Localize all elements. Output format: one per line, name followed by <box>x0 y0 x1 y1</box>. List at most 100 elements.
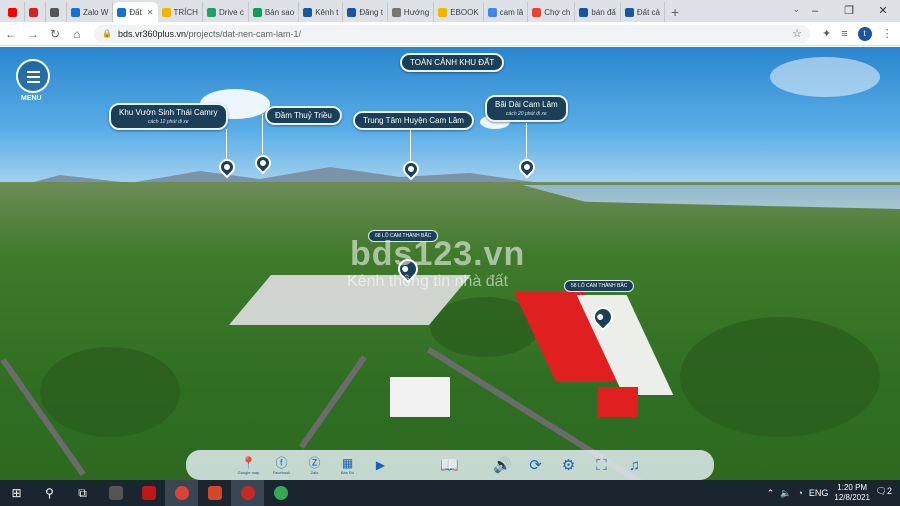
reload-button[interactable]: ↻ <box>44 27 66 41</box>
chrome-icon[interactable] <box>165 480 198 506</box>
browser-tab[interactable]: TRÍCH <box>158 2 203 22</box>
overview-button[interactable]: TOÀN CẢNH KHU ĐẤT <box>400 53 505 72</box>
tab-label: Hướng <box>403 7 430 17</box>
system-tray: ⌃ 🔈 ◔ ENG 1:20 PM 12/8/2021 <box>767 480 870 506</box>
task-view-icon[interactable]: ⧉ <box>66 480 99 506</box>
address-bar[interactable]: 🔒 bds.vr360plus.vn/projects/dat-nen-cam-… <box>94 24 810 43</box>
store-icon[interactable] <box>99 480 132 506</box>
lock-icon: 🔒 <box>102 29 112 38</box>
volume-tray-icon[interactable]: 🔈 <box>780 488 791 499</box>
tab-label: Đất <box>129 7 142 17</box>
google-map-button[interactable]: 📍 Google map <box>232 456 265 475</box>
browser-tab[interactable]: Đất cả <box>621 2 665 22</box>
poi-stem <box>262 114 263 154</box>
cloud <box>770 57 880 97</box>
lang-indicator[interactable]: ENG <box>809 488 829 498</box>
poi-camry[interactable]: Khu Vườn Sinh Thái Camry cách 12 phút đi … <box>109 103 228 130</box>
volume-icon[interactable]: 🔊 <box>486 456 519 474</box>
browser-tab[interactable]: Đất ✕ <box>113 2 158 22</box>
poi-bai-dai[interactable]: Bãi Dài Cam Lâm cách 20 phút đi xe <box>485 95 568 122</box>
youtube-button[interactable]: ▶ <box>364 458 397 472</box>
reading-list-icon[interactable]: ≡ <box>841 28 847 40</box>
book-icon[interactable]: 📖 <box>433 456 466 474</box>
overview-label: TOÀN CẢNH KHU ĐẤT <box>410 58 495 67</box>
tab-close-icon[interactable]: ✕ <box>147 8 154 17</box>
poi-stem <box>526 123 527 159</box>
browser-tab[interactable]: Zalo W <box>67 2 114 22</box>
chrome-profile-icon[interactable] <box>231 480 264 506</box>
map-button[interactable]: ▦ Bản Đồ <box>331 456 364 475</box>
fullscreen-icon[interactable]: ⛶ <box>585 457 618 474</box>
tab-favicon-icon <box>347 7 357 17</box>
menu-button[interactable] <box>16 59 50 93</box>
tab-favicon-icon <box>532 7 542 17</box>
music-icon[interactable]: ♫ <box>618 457 651 474</box>
poi-title: Trung Tâm Huyện Cam Lâm <box>363 116 464 125</box>
powerpoint-icon[interactable] <box>198 480 231 506</box>
browser-tab[interactable]: Hướng <box>388 2 435 22</box>
map-pin-icon: 📍 <box>241 455 256 470</box>
zalo-button[interactable]: Ⓩ Zalo <box>298 456 331 475</box>
chrome-icon-2[interactable] <box>264 480 297 506</box>
new-tab-button[interactable]: + <box>671 2 679 22</box>
watermark-subtitle: Kênh thông tin nhà đất <box>347 273 509 290</box>
minimize-button[interactable]: – <box>798 0 832 22</box>
search-icon[interactable]: ⚲ <box>33 480 66 506</box>
trees <box>40 347 180 437</box>
browser-tab[interactable]: Đăng t <box>343 2 388 22</box>
chrome-menu-icon[interactable]: ⋮ <box>882 27 893 40</box>
browser-tab[interactable] <box>46 2 67 22</box>
tab-label: cam lâ <box>499 7 524 17</box>
poi-title: Đầm Thuỷ Triều <box>275 111 332 120</box>
lot-label[interactable]: 58 LÔ CAM THÀNH BẮC <box>564 280 635 292</box>
browser-tab[interactable]: Kênh t <box>299 2 344 22</box>
poi-stem <box>226 129 227 159</box>
browser-tab[interactable]: Drive c <box>203 2 249 22</box>
browser-tab[interactable]: bán đấ <box>575 2 621 22</box>
tab-strip: Zalo W Đất ✕ TRÍCH Drive c Bản sao Kênh t Đăng … <box>0 0 900 22</box>
browser-tab[interactable] <box>4 2 25 22</box>
browser-tab[interactable]: EBOOK <box>434 2 484 22</box>
tab-favicon-icon <box>438 7 448 17</box>
settings-gear-icon[interactable]: ⚙ <box>552 456 585 474</box>
maximize-button[interactable]: ❐ <box>832 0 866 22</box>
clock[interactable]: 1:20 PM 12/8/2021 <box>834 483 870 503</box>
tab-favicon-icon <box>8 7 17 17</box>
poi-title: Khu Vườn Sinh Thái Camry <box>119 108 218 117</box>
control-label: Bản Đồ <box>340 469 355 475</box>
tab-favicon-icon <box>579 7 589 17</box>
profile-avatar[interactable]: t <box>857 26 872 41</box>
app-icon[interactable] <box>132 480 165 506</box>
browser-tab[interactable]: Chợ ch <box>528 2 576 22</box>
youtube-icon: ▶ <box>375 458 386 472</box>
tray-chevron-icon[interactable]: ⌃ <box>767 488 775 499</box>
close-button[interactable]: ✕ <box>866 0 900 22</box>
notification-icon[interactable]: 🗨2 <box>876 486 892 497</box>
panorama-viewer[interactable]: MENU TOÀN CẢNH KHU ĐẤT Khu Vườn Sinh Thá… <box>0 47 900 480</box>
tab-label: Đăng t <box>359 7 383 17</box>
windows-start-icon[interactable]: ⊞ <box>0 480 33 506</box>
poi-trung-tam[interactable]: Trung Tâm Huyện Cam Lâm <box>353 111 474 130</box>
browser-tab[interactable]: Bản sao <box>249 2 300 22</box>
tab-favicon-icon <box>391 7 401 17</box>
tab-label: Đất cả <box>636 7 660 17</box>
clock-time: 1:20 PM <box>837 483 868 492</box>
extensions-icon[interactable]: ✦ <box>822 27 831 40</box>
forward-button[interactable]: → <box>22 27 44 41</box>
home-button[interactable]: ⌂ <box>66 27 88 41</box>
wifi-icon[interactable]: ◔ <box>797 488 802 498</box>
poi-dam-thuy-trieu[interactable]: Đầm Thuỷ Triều <box>265 106 342 125</box>
window-controls: – ❐ ✕ <box>798 0 900 22</box>
poi-title: Bãi Dài Cam Lâm <box>495 100 558 109</box>
facebook-icon: ⓕ <box>275 455 288 470</box>
trees <box>680 317 880 437</box>
bookmark-star-icon[interactable]: ☆ <box>792 27 802 40</box>
zalo-icon: Ⓩ <box>308 455 321 470</box>
browser-tab[interactable] <box>25 2 46 22</box>
back-button[interactable]: ← <box>0 27 22 41</box>
lots-red-area <box>598 387 638 417</box>
browser-tab[interactable]: cam lâ <box>484 2 529 22</box>
rotate-icon[interactable]: ⟳ <box>519 456 552 474</box>
url-host: bds.vr360plus.vn <box>117 28 187 39</box>
facebook-button[interactable]: ⓕ Facebook <box>265 456 298 475</box>
